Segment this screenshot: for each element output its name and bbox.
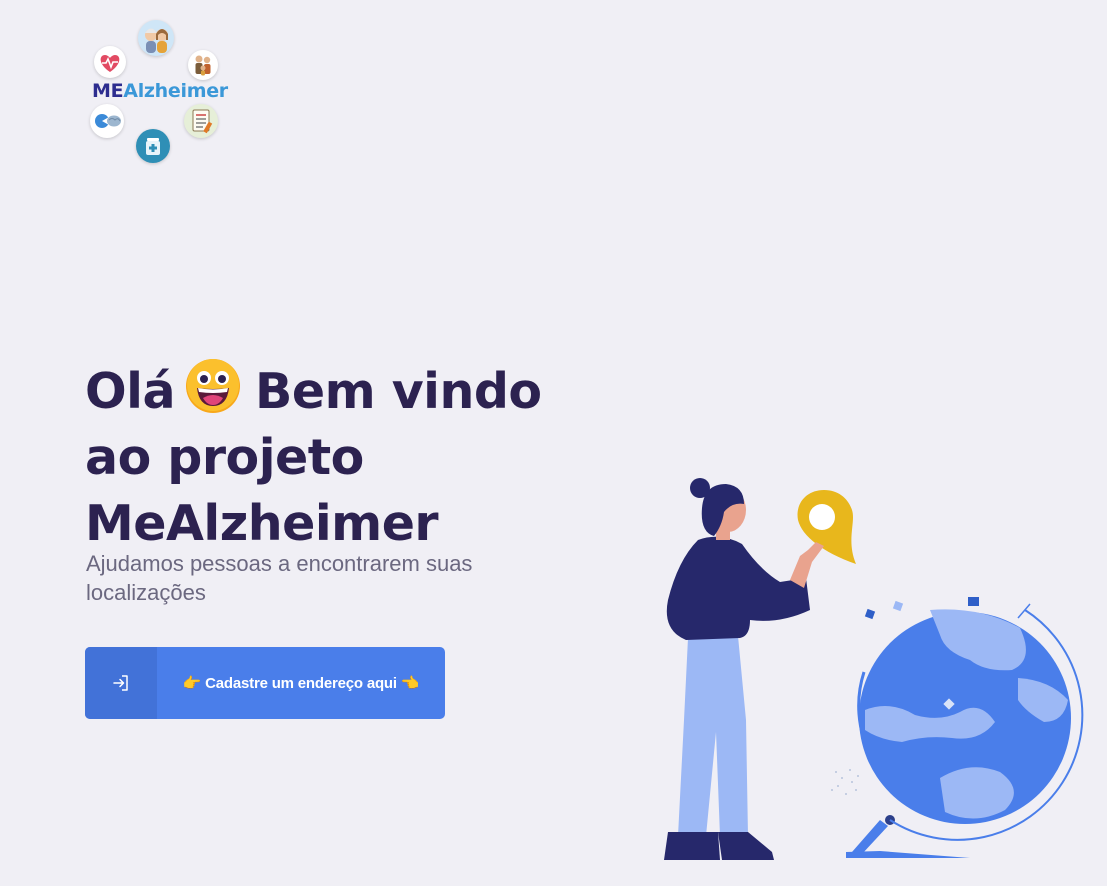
logo-text-alzheimer: Alzheimer xyxy=(123,80,228,102)
register-address-label: 👉 Cadastre um endereço aqui 👈 xyxy=(157,647,445,719)
checklist-icon xyxy=(184,104,218,138)
pointing-right-hand-icon: 👉 xyxy=(182,675,202,692)
brain-icon xyxy=(90,104,124,138)
register-address-button[interactable]: 👉 Cadastre um endereço aqui 👈 xyxy=(85,647,445,719)
page-title: Olá Bem vindo ao projeto MeAlzheimer xyxy=(85,358,605,557)
medicine-icon xyxy=(136,129,170,163)
woman-with-globe-illustration xyxy=(640,460,1100,870)
grinning-face-emoji-icon xyxy=(185,358,241,414)
page: MEAlzheimer Olá Bem vindo ao projeto MeA… xyxy=(0,0,1107,886)
title-line-2: ao projeto xyxy=(85,429,364,486)
title-welcome: Bem vindo xyxy=(255,363,542,420)
family-icon xyxy=(188,50,218,80)
register-address-text: Cadastre um endereço aqui xyxy=(205,674,397,692)
page-subtitle: Ajudamos pessoas a encontrarem suas loca… xyxy=(86,551,473,605)
globe-stand-base xyxy=(846,851,970,858)
heart-monitor-icon xyxy=(94,46,126,78)
login-arrow-icon xyxy=(85,647,157,719)
title-greeting: Olá xyxy=(85,363,176,420)
elderly-couple-icon xyxy=(138,20,174,56)
logo-text-me: ME xyxy=(92,80,124,102)
pointing-left-hand-icon: 👈 xyxy=(400,675,420,692)
title-line-1: Olá Bem vindo xyxy=(85,358,605,425)
title-line-3: MeAlzheimer xyxy=(85,495,439,552)
logo-wordmark: MEAlzheimer xyxy=(92,80,228,102)
logo[interactable]: MEAlzheimer xyxy=(88,18,228,168)
